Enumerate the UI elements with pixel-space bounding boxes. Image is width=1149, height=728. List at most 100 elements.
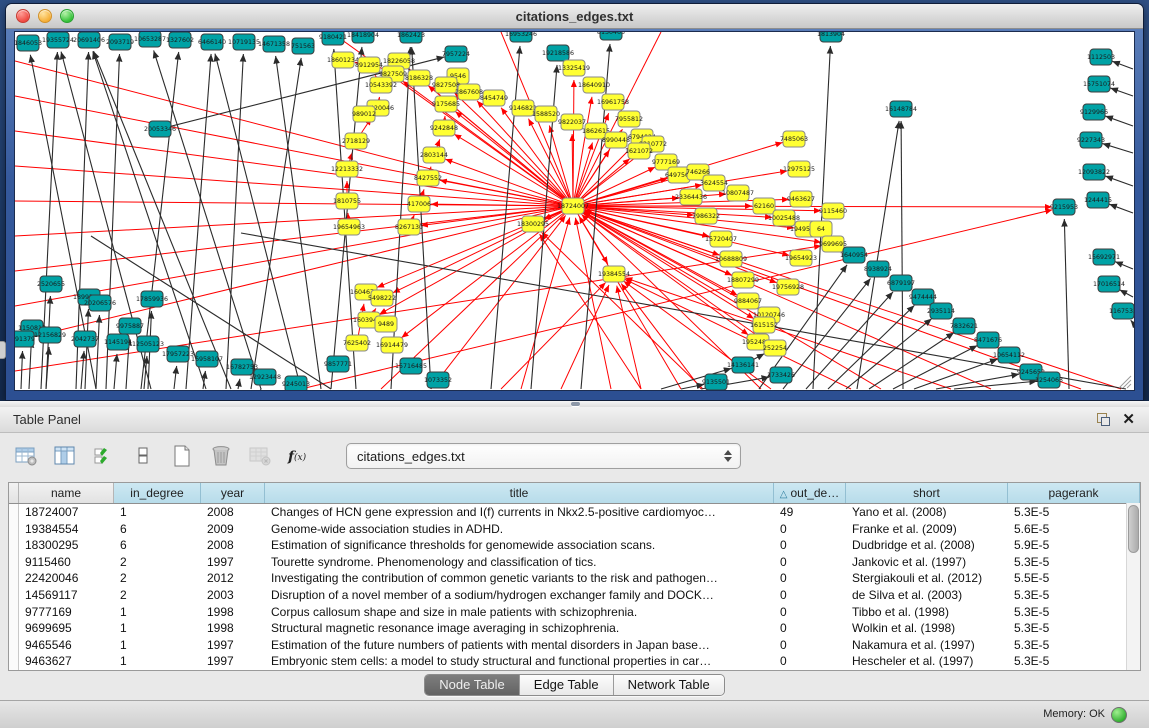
minimize-window-button[interactable] xyxy=(38,9,52,23)
graph-node[interactable]: 8427552 xyxy=(414,170,442,186)
graph-node[interactable]: 18640910 xyxy=(578,77,610,93)
graph-node[interactable]: 20691406 xyxy=(73,32,105,48)
row-height-icon[interactable] xyxy=(129,442,157,470)
tab-network-table[interactable]: Network Table xyxy=(614,675,724,695)
graph-node[interactable]: 16958107 xyxy=(191,351,223,367)
tab-node-table[interactable]: Node Table xyxy=(425,675,520,695)
table-row[interactable]: 1938455462009Genome-wide association stu… xyxy=(9,521,1140,538)
graph-edge[interactable] xyxy=(1110,88,1133,96)
graph-node[interactable]: 15692971 xyxy=(1088,249,1120,265)
table-row[interactable]: 1830029562008Estimation of significance … xyxy=(9,537,1140,554)
graph-edge[interactable] xyxy=(573,206,1121,389)
graph-node[interactable]: 7832621 xyxy=(950,318,978,334)
graph-node[interactable]: 9857771 xyxy=(324,356,352,372)
graph-node[interactable]: 9489 xyxy=(375,316,397,332)
graph-edge[interactable] xyxy=(914,359,998,389)
graph-node[interactable]: 1327602 xyxy=(166,32,194,48)
graph-node[interactable]: 12975125 xyxy=(783,161,815,177)
graph-edge[interactable] xyxy=(445,159,573,206)
graph-edge[interactable] xyxy=(15,61,573,206)
graph-node[interactable]: 18807299 xyxy=(727,272,759,288)
graph-node[interactable]: 8471676 xyxy=(974,332,1002,348)
vertical-scrollbar[interactable] xyxy=(1126,503,1140,670)
graph-node[interactable]: 8938924 xyxy=(864,261,892,277)
graph-node[interactable]: 12505123 xyxy=(132,336,164,352)
graph-node[interactable]: 1615152 xyxy=(750,317,778,333)
graph-node[interactable]: 8267130 xyxy=(395,219,423,235)
graph-node[interactable]: 7485063 xyxy=(780,131,808,147)
graph-node[interactable]: 10654112 xyxy=(993,347,1025,363)
graph-edge[interactable] xyxy=(954,381,1037,389)
network-canvas[interactable]: 1846053193557242069140620937191065328713… xyxy=(14,31,1135,391)
graph-node[interactable]: 5498222 xyxy=(368,290,396,306)
graph-node[interactable]: 9180421 xyxy=(319,32,347,45)
graph-edge[interactable] xyxy=(393,206,573,293)
table-row[interactable]: 1872400712008Changes of HCN gene express… xyxy=(9,504,1140,521)
graph-node[interactable]: 23364436 xyxy=(675,189,707,205)
graph-node[interactable]: 10719135 xyxy=(228,34,260,50)
graph-node[interactable]: 1254063 xyxy=(1035,372,1063,388)
graph-edge[interactable] xyxy=(1105,176,1133,186)
graph-node[interactable]: 8990448 xyxy=(602,132,630,148)
zoom-window-button[interactable] xyxy=(60,9,74,23)
graph-node[interactable]: 14671358 xyxy=(258,36,290,52)
column-header-year[interactable]: year xyxy=(201,483,265,503)
graph-node[interactable]: 17859936 xyxy=(136,291,168,307)
delete-icon[interactable] xyxy=(207,442,235,470)
graph-edge[interactable] xyxy=(276,56,321,389)
column-header-short[interactable]: short xyxy=(846,483,1008,503)
graph-node[interactable]: 15716485 xyxy=(395,358,427,374)
tab-edge-table[interactable]: Edge Table xyxy=(520,675,614,695)
column-header-pagerank[interactable]: pagerank xyxy=(1008,483,1140,503)
graph-node[interactable]: 2520655 xyxy=(37,276,65,292)
graph-edge[interactable] xyxy=(1109,204,1133,213)
graph-node[interactable]: 19756928 xyxy=(772,279,804,295)
graph-node[interactable]: 2042737 xyxy=(71,331,99,347)
graph-edge[interactable] xyxy=(1112,61,1133,69)
graph-node[interactable]: 18300295 xyxy=(517,216,549,232)
graph-node[interactable]: 17016514 xyxy=(1093,276,1125,292)
select-mode-icon[interactable] xyxy=(90,442,118,470)
graph-node[interactable]: 9135501 xyxy=(702,374,730,390)
graph-node[interactable]: 1846053 xyxy=(15,35,42,51)
graph-node[interactable]: 18418904 xyxy=(347,32,379,43)
graph-node[interactable]: 15751074 xyxy=(1083,76,1115,92)
graph-node[interactable]: 8130463 xyxy=(597,32,625,40)
window-resize-grip-icon[interactable] xyxy=(1123,380,1131,388)
close-panel-icon[interactable]: ✕ xyxy=(1122,413,1135,426)
column-header-in_degree[interactable]: in_degree xyxy=(114,483,201,503)
table-row[interactable]: 969969511998Structural magnetic resonanc… xyxy=(9,620,1140,637)
graph-edge[interactable] xyxy=(1131,320,1133,323)
graph-node[interactable]: 9227343 xyxy=(1077,132,1105,148)
graph-node[interactable]: 9884067 xyxy=(734,293,762,309)
graph-node[interactable]: 8186328 xyxy=(405,70,433,86)
graph-node[interactable]: 18724007 xyxy=(557,198,589,214)
graph-node[interactable]: 1112503 xyxy=(1087,49,1115,65)
graph-edge[interactable] xyxy=(15,166,573,206)
graph-node[interactable]: 1813904 xyxy=(817,32,845,42)
graph-edge[interactable] xyxy=(21,351,23,389)
control-panel-splitter-notch[interactable] xyxy=(0,341,6,359)
graph-node[interactable]: 12213332 xyxy=(331,161,363,177)
graph-edge[interactable] xyxy=(81,351,84,389)
graph-edge[interactable] xyxy=(579,216,681,389)
graph-edge[interactable] xyxy=(15,201,573,206)
graph-node[interactable]: 2718129 xyxy=(342,133,370,149)
graph-node[interactable]: 252254 xyxy=(763,340,787,356)
graph-node[interactable]: 9975887 xyxy=(116,318,144,334)
graph-node[interactable]: 16148784 xyxy=(885,101,917,117)
graph-node[interactable]: 2803144 xyxy=(420,147,448,163)
graph-node[interactable]: 19654923 xyxy=(785,250,817,266)
graph-node[interactable]: 751563 xyxy=(291,38,315,54)
graph-node[interactable]: 6466140 xyxy=(198,34,226,50)
graph-node[interactable]: 991379 xyxy=(15,331,35,347)
graph-node[interactable]: 8454749 xyxy=(480,90,508,106)
column-header-name[interactable]: name xyxy=(19,483,114,503)
graph-node[interactable]: 19218586 xyxy=(542,45,574,61)
graph-node[interactable]: 7986322 xyxy=(692,208,720,224)
graph-edge[interactable] xyxy=(573,206,1052,207)
graph-node[interactable]: 15720407 xyxy=(705,231,737,247)
graph-node[interactable]: 12923448 xyxy=(249,369,281,385)
network-window[interactable]: citations_edges.txt 18460531935572420691… xyxy=(6,4,1143,400)
graph-node[interactable]: 9242848 xyxy=(430,120,458,136)
